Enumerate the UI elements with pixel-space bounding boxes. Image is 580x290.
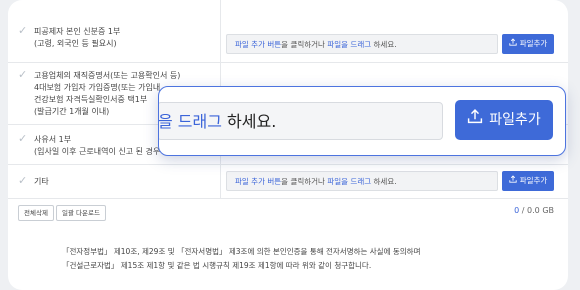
file-drop-zone[interactable]: 파일 추가 버튼을 클릭하거나 파일을 드래그 하세요. <box>226 171 498 191</box>
row-label: 기타 <box>34 176 49 188</box>
zoomed-add-file-button[interactable]: 파일추가 <box>455 100 553 140</box>
row-label-line: 고용업체의 재직증명서(또는 고용확인서 등) <box>34 71 181 80</box>
dropzone-link[interactable]: 파일을 드래그 <box>327 177 371 186</box>
upload-row-id-card: ✓ 피공제자 본인 신분증 1부 (고령, 외국인 등 필요시) 파일 추가 버… <box>8 0 568 63</box>
zoomed-drop-zone[interactable]: 을 드래그 하세요. <box>159 102 443 140</box>
storage-total: / 0.0 GB <box>519 206 554 215</box>
check-icon: ✓ <box>18 24 28 37</box>
row-label-line: (입사일 이후 근로내역이 신고 된 경우 <box>34 147 161 156</box>
row-label: 사유서 1부 (입사일 이후 근로내역이 신고 된 경우 <box>34 134 160 158</box>
add-file-button[interactable]: 파일추가 <box>502 34 554 54</box>
add-file-label: 파일추가 <box>519 39 548 48</box>
column-divider <box>220 0 221 62</box>
check-icon: ✓ <box>18 174 28 187</box>
dropzone-text: 을 클릭하거나 <box>281 40 328 49</box>
upload-icon <box>509 171 517 191</box>
dropzone-link[interactable]: 을 드래그 <box>159 112 222 131</box>
dropzone-link[interactable]: 파일을 드래그 <box>327 40 371 49</box>
upload-icon <box>467 100 483 140</box>
dropzone-text: 을 클릭하거나 <box>281 177 328 186</box>
dropzone-link[interactable]: 파일 추가 버튼 <box>235 40 281 49</box>
row-label: 피공제자 본인 신분증 1부 (고령, 외국인 등 필요시) <box>34 26 120 50</box>
add-file-button[interactable]: 파일추가 <box>502 171 554 191</box>
upload-row-other: ✓ 기타 파일 추가 버튼을 클릭하거나 파일을 드래그 하세요. 파일추가 <box>8 164 568 199</box>
row-label-line: 피공제자 본인 신분증 1부 <box>34 27 121 36</box>
file-drop-zone[interactable]: 파일 추가 버튼을 클릭하거나 파일을 드래그 하세요. <box>226 34 498 54</box>
row-label-line: (고령, 외국인 등 필요시) <box>34 39 117 48</box>
dropzone-text: 하세요. <box>221 112 277 131</box>
row-label-line: 기타 <box>34 177 49 186</box>
upload-icon <box>509 34 517 54</box>
download-all-button[interactable]: 일괄 다운로드 <box>56 205 106 221</box>
add-file-label: 파일추가 <box>519 176 548 185</box>
zoom-popover: 을 드래그 하세요. 파일추가 <box>158 86 566 156</box>
dropzone-text: 하세요. <box>371 177 397 186</box>
check-icon: ✓ <box>18 132 28 145</box>
storage-usage: 0 / 0.0 GB <box>514 206 554 215</box>
check-icon: ✓ <box>18 68 28 81</box>
add-file-label: 파일추가 <box>489 112 541 128</box>
consent-text-line: 「건설근로자법」 제15조 제1항 및 같은 법 시행규칙 제19조 제1항에 … <box>62 261 372 270</box>
column-divider <box>220 164 221 198</box>
row-label-line: 사유서 1부 <box>34 135 72 144</box>
delete-all-button[interactable]: 전체삭제 <box>18 205 54 221</box>
dropzone-link[interactable]: 파일 추가 버튼 <box>235 177 281 186</box>
dropzone-text: 하세요. <box>371 40 397 49</box>
consent-text-line: 「전자정부법」 제10조, 제29조 및 「전자서명법」 제3조에 의한 본인인… <box>62 247 421 256</box>
